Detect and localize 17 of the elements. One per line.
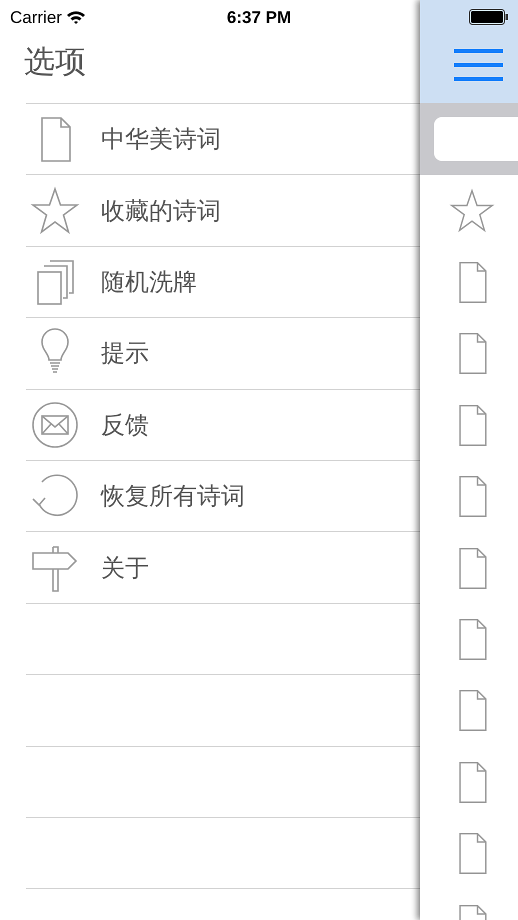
mail-icon <box>30 400 80 450</box>
menu-item[interactable]: 恢复所有诗词 <box>101 478 245 514</box>
star-icon <box>449 188 495 234</box>
carrier-name: Carrier <box>10 7 62 29</box>
clock-time: 6:37 PM <box>226 8 292 27</box>
menu-item[interactable]: 中华美诗词 <box>101 121 221 158</box>
search-field[interactable] <box>434 117 518 161</box>
wifi-icon <box>66 10 86 26</box>
battery-icon <box>469 9 509 25</box>
menu-item[interactable]: 反馈 <box>101 406 149 443</box>
menu-item[interactable]: 收藏的诗词 <box>101 192 221 229</box>
menu-title: 选项 <box>24 44 86 80</box>
menu-item[interactable]: 随机洗牌 <box>101 264 197 300</box>
menu-item[interactable]: 关于 <box>101 550 149 586</box>
menu-item[interactable]: 提示 <box>101 335 149 372</box>
star-icon <box>30 186 80 236</box>
menu-icon[interactable] <box>454 49 503 81</box>
